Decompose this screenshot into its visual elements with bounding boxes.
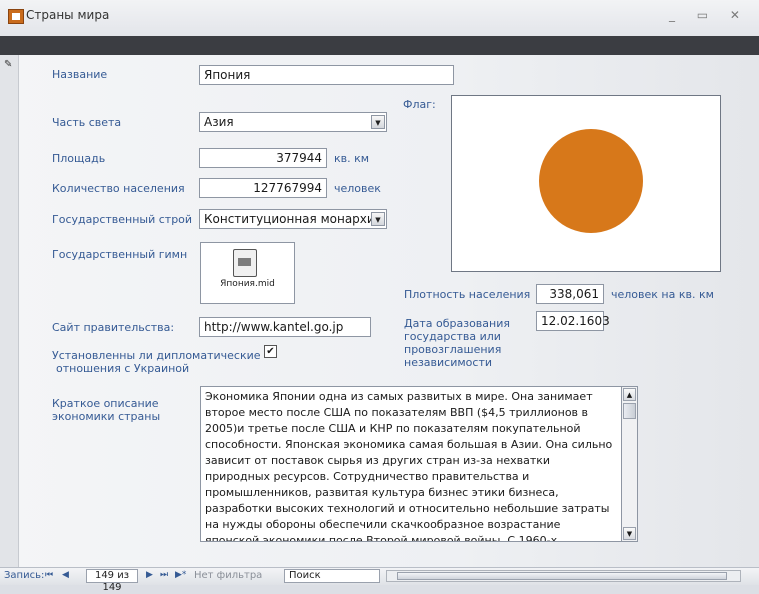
memo-scrollbar[interactable]: ▲ ▼: [622, 386, 638, 542]
density-label: Плотность населения: [404, 288, 531, 301]
founded-field[interactable]: 12.02.1603: [536, 311, 610, 331]
scroll-down-icon[interactable]: ▼: [623, 527, 636, 540]
diplomatic-label: Установленны ли дипломатические отношени…: [52, 349, 261, 375]
form-header: [0, 36, 759, 55]
record-navigation-bar: Запись: ⏮ ◀ 149 из 149 ▶ ⏭ ▶* Нет фильтр…: [0, 567, 759, 593]
pencil-icon: ✎: [4, 59, 13, 70]
filter-indicator[interactable]: Нет фильтра: [194, 569, 278, 583]
density-field[interactable]: 338,061: [536, 284, 604, 304]
new-record-icon[interactable]: ▶*: [175, 570, 186, 580]
audio-file-icon: [233, 249, 257, 277]
diplomatic-checkbox[interactable]: ✔: [264, 345, 277, 358]
form-body: ✎ Название Япония Часть света Азия ▼ Пло…: [0, 55, 759, 567]
anthem-label: Государственный гимн: [52, 248, 188, 261]
area-unit: кв. км: [334, 152, 370, 165]
flag-sun-disc: [539, 129, 643, 233]
population-label: Количество населения: [52, 182, 185, 195]
anthem-file-name: Япония.mid: [220, 279, 275, 289]
search-input[interactable]: Поиск: [284, 569, 380, 583]
window-controls[interactable]: _ ▭ ✕: [669, 8, 749, 22]
economy-memo[interactable]: Экономика Японии одна из самых развитых …: [200, 386, 622, 542]
window-title: Страны мира: [26, 8, 110, 22]
record-selector[interactable]: ✎: [0, 55, 19, 567]
title-bar: Страны мира _ ▭ ✕: [0, 0, 759, 36]
last-record-icon[interactable]: ⏭: [160, 570, 168, 580]
current-record-field[interactable]: 149 из 149: [86, 569, 138, 593]
government-combo[interactable]: Конституционная монархия: [199, 209, 387, 229]
first-record-icon[interactable]: ⏮: [45, 570, 53, 580]
density-unit: человек на кв. км: [611, 288, 714, 301]
population-field[interactable]: 127767994: [199, 178, 327, 198]
horizontal-scroll-thumb[interactable]: [397, 572, 727, 580]
form-icon: [8, 9, 24, 24]
gov-site-label: Сайт правительства:: [52, 321, 175, 334]
anthem-attachment[interactable]: Япония.mid: [200, 242, 295, 304]
government-label: Государственный строй: [52, 213, 193, 226]
chevron-down-icon[interactable]: ▼: [371, 115, 385, 129]
scroll-up-icon[interactable]: ▲: [623, 388, 636, 401]
part-of-world-combo[interactable]: Азия: [199, 112, 387, 132]
record-label: Запись:: [4, 570, 45, 581]
name-field[interactable]: Япония: [199, 65, 454, 85]
previous-record-icon[interactable]: ◀: [62, 570, 69, 580]
chevron-down-icon[interactable]: ▼: [371, 212, 385, 226]
horizontal-scrollbar[interactable]: [386, 570, 741, 582]
founded-label: Дата образования государства или провозг…: [404, 317, 510, 369]
flag-image[interactable]: [451, 95, 721, 272]
population-unit: человек: [334, 182, 381, 195]
gov-site-field[interactable]: http://www.kantel.go.jp: [199, 317, 371, 337]
area-label: Площадь: [52, 152, 106, 165]
flag-label: Флаг:: [403, 98, 436, 111]
part-of-world-label: Часть света: [52, 116, 122, 129]
access-form-window: Страны мира _ ▭ ✕ ✎ Название Япония Част…: [0, 0, 759, 593]
name-label: Название: [52, 68, 108, 81]
scroll-thumb[interactable]: [623, 403, 636, 419]
economy-label: Краткое описание экономики страны: [52, 397, 161, 423]
area-field[interactable]: 377944: [199, 148, 327, 168]
next-record-icon[interactable]: ▶: [146, 570, 153, 580]
